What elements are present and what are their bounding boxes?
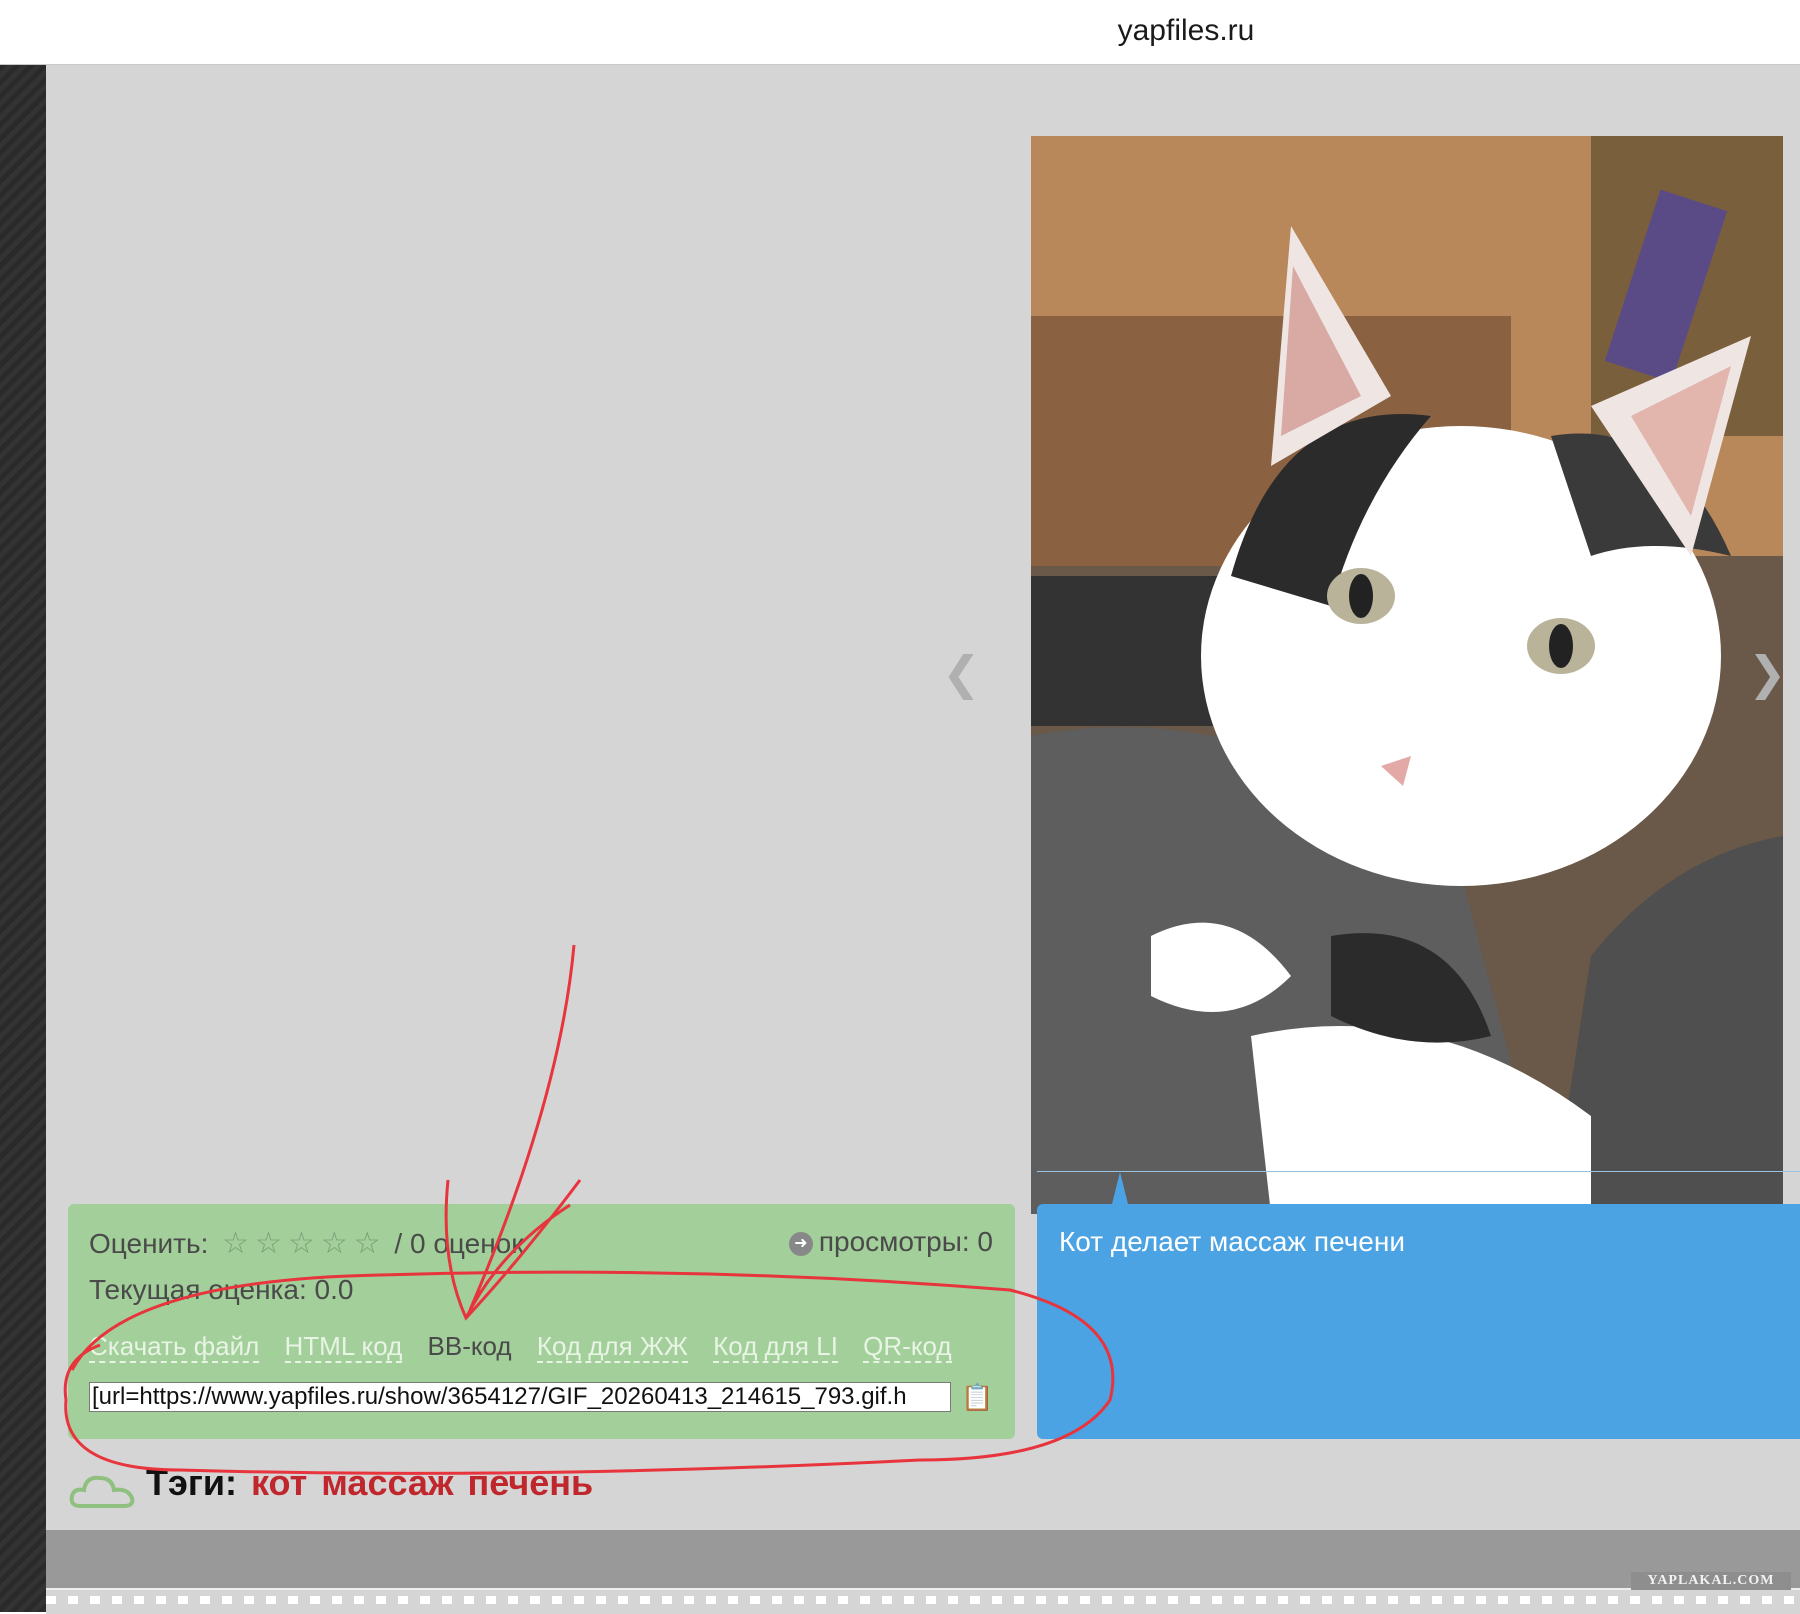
tag-link[interactable]: кот [251, 1462, 307, 1503]
cloud-icon [69, 1475, 135, 1508]
prev-arrow-icon[interactable]: ❮ [942, 650, 981, 696]
current-rating: Текущая оценка: 0.0 [89, 1274, 354, 1305]
description-text: Кот делает массаж печени [1059, 1226, 1405, 1257]
views-counter: ➜ просмотры: 0 [788, 1226, 993, 1258]
browser-address-bar[interactable]: yapfiles.ru [0, 0, 1800, 65]
tags-label-text: Тэги: [146, 1462, 237, 1503]
tag-link[interactable]: печень [467, 1462, 593, 1503]
next-arrow-icon[interactable]: ❯ [1748, 650, 1787, 696]
description-divider [1037, 1171, 1800, 1172]
dashed-strip [46, 1588, 1800, 1614]
tab-qr-code[interactable]: QR-код [863, 1331, 952, 1363]
embed-code-field[interactable] [89, 1382, 951, 1412]
rating-stars-icon[interactable]: ☆☆☆☆☆ [222, 1226, 386, 1261]
tab-lj-code[interactable]: Код для ЖЖ [536, 1331, 688, 1363]
rating-count: / 0 оценок [394, 1228, 524, 1259]
tab-html-code[interactable]: HTML код [284, 1331, 403, 1363]
tab-li-code[interactable]: Код для LI [713, 1331, 838, 1363]
views-label: просмотры: 0 [818, 1226, 993, 1257]
rate-label: Оценить: [89, 1228, 209, 1259]
description-panel: Кот делает массаж печени [1037, 1204, 1800, 1439]
code-tabs: Скачать файл HTML код BB-код Код для ЖЖ … [89, 1331, 970, 1363]
description-pointer [1112, 1172, 1128, 1204]
rate-row: Оценить: ☆☆☆☆☆ / 0 оценок [89, 1226, 523, 1261]
left-dark-border [0, 65, 46, 1612]
tag-link[interactable]: массаж [321, 1462, 453, 1503]
copy-icon[interactable]: 📋 [961, 1382, 993, 1413]
tab-download-file[interactable]: Скачать файл [89, 1331, 260, 1363]
rating-panel: Оценить: ☆☆☆☆☆ / 0 оценок ➜ просмотры: 0 … [68, 1204, 1015, 1439]
page-url: yapfiles.ru [1117, 14, 1255, 47]
watermark-logo: YAPLAKAL.COM [1631, 1572, 1791, 1590]
tags-label: Тэги: кот массаж печень [146, 1462, 593, 1504]
footer-band [46, 1530, 1800, 1588]
tab-bb-code[interactable]: BB-код [428, 1331, 512, 1361]
cat-photo [1031, 136, 1783, 1214]
arrow-circle-icon: ➜ [788, 1231, 813, 1256]
